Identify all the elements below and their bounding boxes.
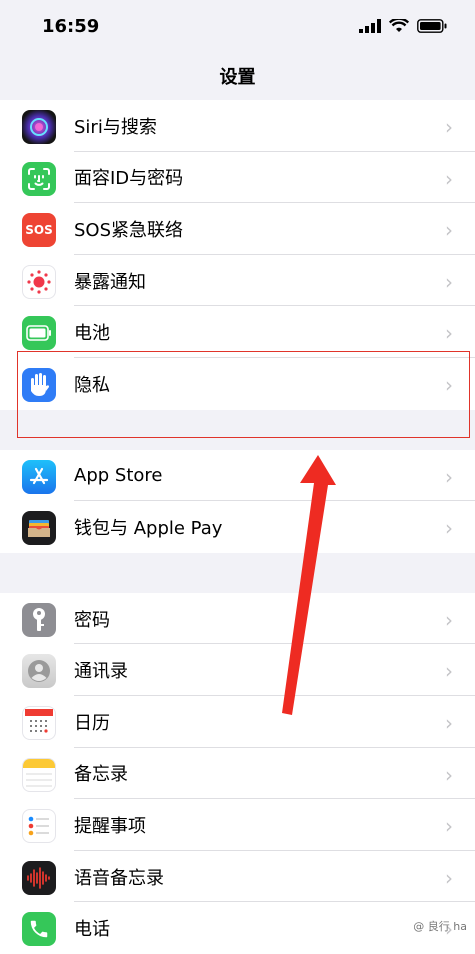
key-icon xyxy=(22,602,56,637)
notes-icon xyxy=(22,757,56,792)
battery-icon xyxy=(417,19,447,33)
nav-bar: 设置 xyxy=(0,52,475,100)
watermark: @ 良行 ha xyxy=(413,920,467,933)
contacts-icon xyxy=(22,654,56,689)
settings-list: Siri与搜索 › 面容ID与密码 › SOS SOS紧急联络 › 暴露通知 ›… xyxy=(0,100,475,954)
status-icons xyxy=(359,19,447,33)
battery-settings-icon xyxy=(22,316,56,351)
wifi-icon xyxy=(389,19,409,32)
row-contacts[interactable]: 通讯录 › xyxy=(0,644,475,696)
row-label: 日历 xyxy=(74,712,110,734)
chevron-right-icon: › xyxy=(445,464,453,489)
annotation-arrow xyxy=(282,455,336,715)
row-siri[interactable]: Siri与搜索 › xyxy=(0,100,475,152)
row-reminders[interactable]: 提醒事项 › xyxy=(0,799,475,851)
siri-icon xyxy=(22,110,56,144)
row-sos[interactable]: SOS SOS紧急联络 › xyxy=(0,203,475,255)
chevron-right-icon: › xyxy=(445,269,453,294)
annotation-highlight-box xyxy=(17,351,470,438)
chevron-right-icon: › xyxy=(445,218,453,243)
group-gap xyxy=(0,552,475,593)
row-phone[interactable]: 电话 › xyxy=(0,902,475,954)
sos-icon: SOS xyxy=(22,213,56,248)
sos-icon-text: SOS xyxy=(25,223,53,238)
row-notes[interactable]: 备忘录 › xyxy=(0,748,475,800)
settings-group-3: 密码 › 通讯录 › 日历 › 备忘录 › 提醒事项 › 语音备忘录 › 电话 … xyxy=(0,592,475,954)
page-title: 设置 xyxy=(219,67,256,88)
chevron-right-icon: › xyxy=(445,814,453,839)
row-app-store[interactable]: App Store › xyxy=(0,450,475,502)
status-time: 16:59 xyxy=(42,15,100,37)
row-label: 钱包与 Apple Pay xyxy=(74,517,223,539)
row-label: 提醒事项 xyxy=(74,815,146,837)
row-label: 电话 xyxy=(74,919,110,941)
app-store-icon xyxy=(22,459,56,494)
row-face-id[interactable]: 面容ID与密码 › xyxy=(0,152,475,204)
reminders-icon xyxy=(22,809,56,844)
row-label: 备忘录 xyxy=(74,764,128,786)
wallet-icon xyxy=(22,511,56,546)
row-calendar[interactable]: 日历 › xyxy=(0,696,475,748)
chevron-right-icon: › xyxy=(445,115,453,139)
chevron-right-icon: › xyxy=(445,321,453,346)
row-exposure[interactable]: 暴露通知 › xyxy=(0,255,475,307)
phone-icon xyxy=(22,912,56,947)
chevron-right-icon: › xyxy=(445,166,453,191)
settings-group-2: App Store › 钱包与 Apple Pay › xyxy=(0,449,475,553)
row-label: Siri与搜索 xyxy=(74,116,157,138)
exposure-notification-icon xyxy=(22,264,56,299)
row-passwords[interactable]: 密码 › xyxy=(0,593,475,645)
chevron-right-icon: › xyxy=(445,710,453,735)
row-label: 电池 xyxy=(74,323,110,345)
row-label: App Store xyxy=(74,464,163,486)
row-label: 面容ID与密码 xyxy=(74,168,184,190)
chevron-right-icon: › xyxy=(445,516,453,541)
calendar-icon xyxy=(22,705,56,740)
row-wallet[interactable]: 钱包与 Apple Pay › xyxy=(0,501,475,553)
row-label: 语音备忘录 xyxy=(74,867,164,889)
status-bar: 16:59 xyxy=(0,0,475,52)
chevron-right-icon: › xyxy=(445,865,453,890)
face-id-icon xyxy=(22,161,56,196)
chevron-right-icon: › xyxy=(445,607,453,632)
row-label: 通讯录 xyxy=(74,661,128,683)
signal-icon xyxy=(359,19,381,33)
row-label: 密码 xyxy=(74,609,110,631)
voice-memos-icon xyxy=(22,860,56,895)
row-voice-memos[interactable]: 语音备忘录 › xyxy=(0,851,475,903)
chevron-right-icon: › xyxy=(445,762,453,787)
row-label: SOS紧急联络 xyxy=(74,219,184,241)
row-label: 暴露通知 xyxy=(74,271,146,293)
chevron-right-icon: › xyxy=(445,659,453,684)
